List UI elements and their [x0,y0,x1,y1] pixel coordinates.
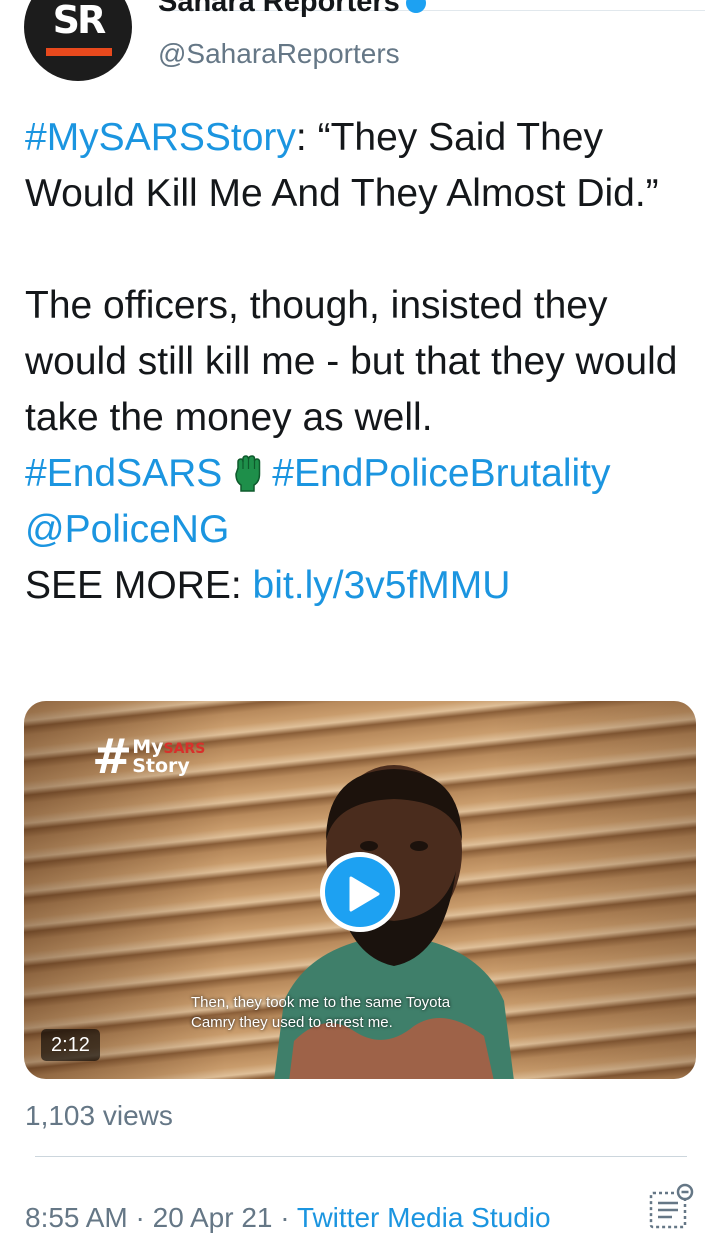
video-subtitles: Then, they took me to the same Toyota Ca… [191,993,531,1033]
play-button[interactable] [320,852,400,932]
video-duration-badge: 2:12 [41,1029,100,1061]
tweet-meta: 8:55 AM · 20 Apr 21 · Twitter Media Stud… [25,1199,551,1237]
see-more-label: SEE MORE: [25,564,253,607]
subtitle-line-2: Camry they used to arrest me. [191,1014,393,1031]
hashtag-mysarsstory[interactable]: #MySARSStory [25,116,296,159]
meta-separator-1: · [127,1202,153,1233]
avatar-logo-bar [46,48,112,56]
verified-badge-icon [405,0,426,14]
subtitle-line-1: Then, they took me to the same Toyota [191,994,451,1011]
tweet-tags: #EndSARS #EndPoliceBrutality [25,446,695,502]
watermark-hash: # [92,729,133,785]
author-handle[interactable]: @SaharaReporters [158,37,400,71]
see-more-link[interactable]: bit.ly/3v5fMMU [253,564,511,607]
avatar[interactable]: SR [24,0,132,81]
stats-divider [35,1156,687,1157]
tweet-text: #MySARSStory: “They Said They Would Kill… [25,110,695,614]
video-player[interactable]: #MySARS Story Then, they took me to the s… [24,701,696,1079]
author-display-name[interactable]: Sahara Reporters [158,0,426,18]
analytics-icon[interactable] [648,1182,696,1230]
tweet-source-link[interactable]: Twitter Media Studio [297,1202,551,1233]
tweet-body: The officers, though, insisted they woul… [25,284,678,439]
tweet-time[interactable]: 8:55 AM [25,1202,128,1233]
view-count: 1,103 views [25,1100,173,1131]
tweet-mention-line: @PoliceNG [25,502,695,558]
play-icon [349,876,380,912]
mysarsstory-watermark: #MySARS Story [92,733,205,781]
hashtag-endsars[interactable]: #EndSARS [25,452,222,495]
display-name-text: Sahara Reporters [158,0,400,18]
raised-fist-icon [235,455,261,492]
tweet-see-more-line: SEE MORE: bit.ly/3v5fMMU [25,558,695,614]
watermark-story: Story [132,755,190,777]
avatar-logo-text: SR [52,0,107,42]
meta-separator-2: · [272,1202,297,1233]
tweet-headline: #MySARSStory: “They Said They Would Kill… [25,110,695,222]
tweet-date[interactable]: 20 Apr 21 [153,1202,273,1233]
hashtag-endpolicebrutality[interactable]: #EndPoliceBrutality [272,452,610,495]
mention-policeng[interactable]: @PoliceNG [25,508,229,551]
